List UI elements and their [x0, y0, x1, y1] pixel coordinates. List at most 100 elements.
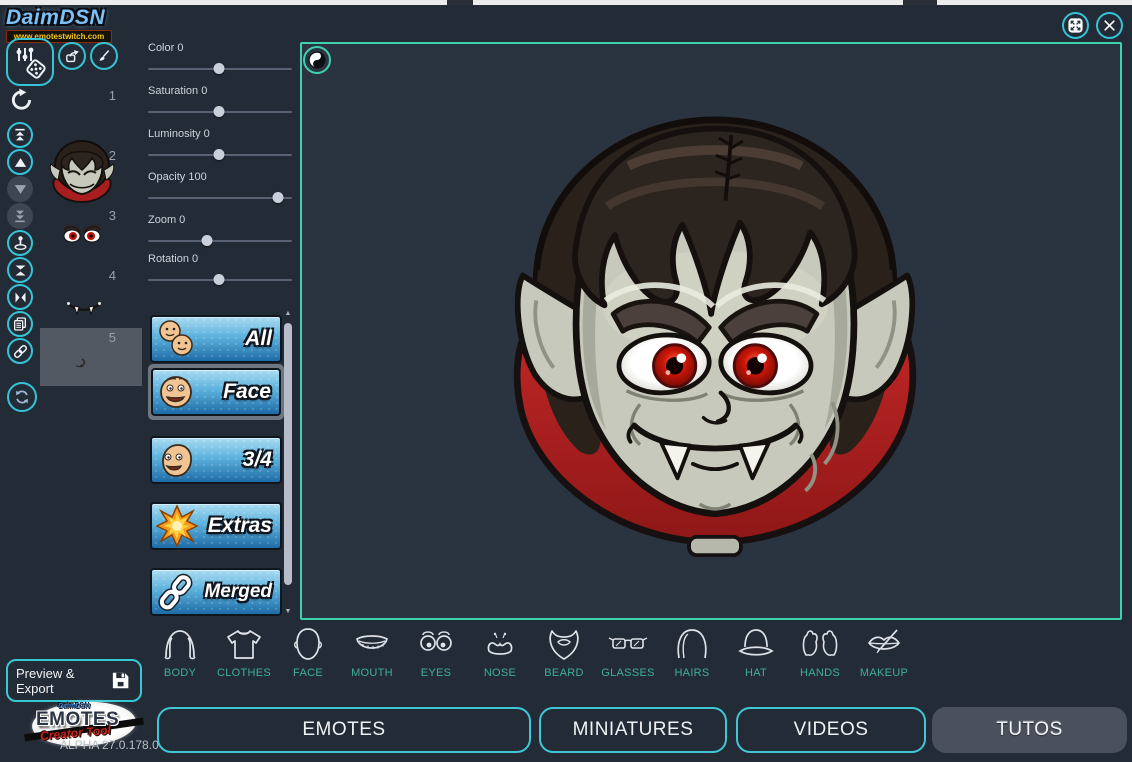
move-up-button[interactable]	[7, 149, 33, 175]
category-three-quarter-label: 3/4	[243, 448, 272, 472]
move-to-bottom-icon	[12, 208, 28, 224]
version-text: ALPHA 27.0.178.0	[60, 738, 159, 752]
body-icon	[160, 627, 200, 661]
slider-opacity-track[interactable]	[148, 197, 292, 199]
move-up-icon	[13, 155, 28, 170]
part-item-makeup[interactable]: MAKEUP	[852, 627, 916, 685]
layer-thumbnail-nose[interactable]	[72, 358, 88, 368]
layer-row[interactable]: 1	[96, 88, 116, 103]
move-to-top-icon	[12, 127, 28, 143]
face-icon	[288, 627, 328, 661]
part-label: NOSE	[468, 667, 532, 679]
slider-zoom-label: Zoom 0	[148, 214, 292, 226]
reset-button[interactable]	[6, 84, 38, 116]
save-floppy-icon	[109, 668, 132, 693]
move-to-bottom-button[interactable]	[7, 203, 33, 229]
duplicate-icon	[12, 316, 28, 332]
move-to-top-button[interactable]	[7, 122, 33, 148]
part-item-glasses[interactable]: GLASSES	[596, 627, 660, 685]
move-down-button[interactable]	[7, 176, 33, 202]
layer-row[interactable]: 4	[96, 268, 116, 283]
part-item-face[interactable]: FACE	[276, 627, 340, 685]
window-top-notch	[903, 0, 937, 5]
three-quarter-category-icon	[155, 439, 199, 481]
emote-canvas[interactable]	[300, 42, 1122, 620]
duplicate-button[interactable]	[7, 311, 33, 337]
close-button[interactable]	[1096, 12, 1123, 39]
slider-saturation: Saturation 0	[148, 85, 292, 125]
sliders-dice-icon	[11, 43, 49, 81]
tab-miniatures[interactable]: MINIATURES	[539, 707, 727, 753]
link-button[interactable]	[7, 338, 33, 364]
fullscreen-icon	[1067, 17, 1084, 34]
slider-saturation-track[interactable]	[148, 111, 292, 113]
part-label: HAIRS	[660, 667, 724, 679]
randomizer-button[interactable]	[6, 38, 54, 86]
part-item-eyes[interactable]: EYES	[404, 627, 468, 685]
glasses-icon	[608, 627, 648, 661]
category-merged[interactable]: Merged	[150, 568, 282, 616]
slider-rotation-track[interactable]	[148, 279, 292, 281]
face-category-icon	[156, 371, 200, 413]
flip-vertical-button[interactable]	[7, 257, 33, 283]
layer-row[interactable]: 5	[96, 330, 116, 345]
category-extras-label: Extras	[208, 514, 272, 538]
flip-horizontal-button[interactable]	[7, 284, 33, 310]
slider-color: Color 0	[148, 42, 292, 82]
layer-row[interactable]: 3	[96, 208, 116, 223]
category-three-quarter[interactable]: 3/4	[150, 436, 282, 484]
flip-horizontal-icon	[13, 290, 28, 305]
refresh-button[interactable]	[7, 382, 37, 412]
part-item-mouth[interactable]: MOUTH	[340, 627, 404, 685]
layer-thumbnail-mouth[interactable]	[66, 300, 102, 316]
slider-color-thumb[interactable]	[213, 63, 224, 74]
part-label: FACE	[276, 667, 340, 679]
part-item-beard[interactable]: BEARD	[532, 627, 596, 685]
export-button[interactable]	[58, 42, 86, 70]
scroll-up-arrow[interactable]: ▲	[283, 310, 293, 317]
slider-luminosity-thumb[interactable]	[213, 149, 224, 160]
slider-opacity-thumb[interactable]	[272, 192, 283, 203]
preview-export-button[interactable]: Preview & Export	[6, 659, 142, 702]
tab-videos[interactable]: VIDEOS	[736, 707, 926, 753]
part-item-hairs[interactable]: HAIRS	[660, 627, 724, 685]
makeup-icon	[864, 627, 904, 661]
tab-tutos-label: TUTOS	[996, 719, 1063, 741]
slider-opacity-label: Opacity 100	[148, 171, 292, 183]
hat-icon	[736, 627, 776, 661]
part-item-hat[interactable]: HAT	[724, 627, 788, 685]
merged-category-icon	[155, 572, 195, 612]
paint-button[interactable]	[90, 42, 118, 70]
slider-rotation-thumb[interactable]	[213, 274, 224, 285]
category-all[interactable]: All	[150, 315, 282, 363]
all-category-icon	[155, 318, 199, 360]
part-item-clothes[interactable]: CLOTHES	[212, 627, 276, 685]
part-label: BODY	[148, 667, 212, 679]
slider-saturation-thumb[interactable]	[213, 106, 224, 117]
app-logo-title: DaimDSN	[6, 6, 118, 30]
scroll-down-arrow[interactable]: ▼	[283, 608, 293, 615]
scrollbar-thumb[interactable]	[284, 323, 292, 585]
tab-tutos[interactable]: TUTOS	[932, 707, 1127, 753]
yinyang-button[interactable]	[303, 46, 331, 74]
slider-zoom-thumb[interactable]	[202, 235, 213, 246]
hands-icon	[800, 627, 840, 661]
layer-thumbnail-eyes[interactable]	[62, 224, 102, 244]
tab-emotes[interactable]: EMOTES	[157, 707, 531, 753]
paint-brush-icon	[96, 48, 112, 64]
slider-zoom-track[interactable]	[148, 240, 292, 242]
part-label: GLASSES	[596, 667, 660, 679]
part-item-hands[interactable]: HANDS	[788, 627, 852, 685]
category-face[interactable]: Face	[148, 364, 284, 420]
mouth-icon	[352, 627, 392, 661]
slider-luminosity-track[interactable]	[148, 154, 292, 156]
slider-color-track[interactable]	[148, 68, 292, 70]
part-item-body[interactable]: BODY	[148, 627, 212, 685]
part-item-nose[interactable]: NOSE	[468, 627, 532, 685]
fullscreen-button[interactable]	[1062, 12, 1089, 39]
link-chain-icon	[12, 343, 29, 360]
layer-thumbnail-vampire-head[interactable]	[46, 140, 118, 206]
transform-button[interactable]	[7, 230, 33, 256]
part-label: EYES	[404, 667, 468, 679]
category-extras[interactable]: Extras	[150, 502, 282, 550]
